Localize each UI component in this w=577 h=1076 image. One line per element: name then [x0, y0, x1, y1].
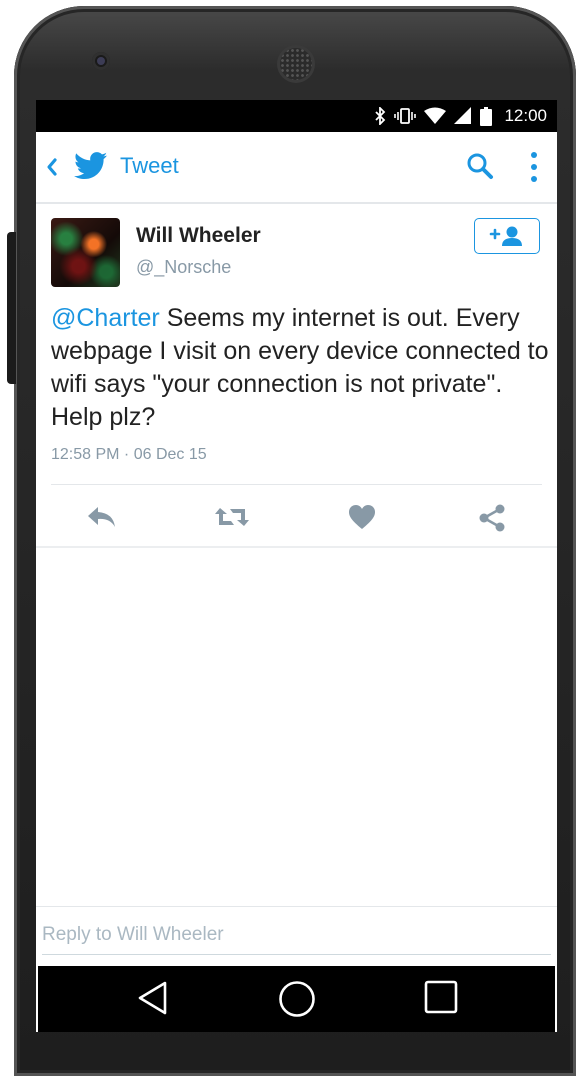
vibrate-icon [394, 108, 417, 124]
follow-button[interactable] [474, 218, 540, 254]
mention-link[interactable]: @Charter [51, 304, 160, 332]
wifi-icon [424, 107, 447, 124]
add-user-icon [489, 226, 522, 246]
app-bar: Tweet [36, 132, 557, 204]
page-title: Tweet [120, 153, 179, 178]
user-name[interactable]: Will Wheeler [136, 224, 261, 248]
divider [36, 546, 557, 548]
avatar[interactable] [51, 218, 120, 287]
divider [51, 484, 542, 485]
status-icons: 12:00 [374, 105, 547, 127]
reply-input[interactable] [42, 921, 552, 949]
reply-underline [42, 954, 551, 955]
action-bar [36, 498, 557, 538]
battery-icon [480, 106, 493, 126]
earpiece-speaker [280, 48, 312, 80]
status-time: 12:00 [504, 106, 547, 125]
overflow-menu-icon[interactable] [528, 150, 540, 184]
search-icon[interactable] [466, 152, 494, 180]
nav-recents-icon[interactable] [424, 980, 458, 1014]
tweet-timestamp: 12:58 PM · 06 Dec 15 [51, 446, 207, 463]
twitter-bird-icon[interactable] [74, 152, 108, 180]
reply-bar [36, 906, 557, 961]
status-bar: 12:00 [36, 100, 557, 132]
bluetooth-icon [375, 107, 386, 125]
nav-back-icon[interactable] [136, 980, 170, 1016]
reply-icon[interactable] [86, 504, 118, 530]
android-nav-bar [38, 966, 555, 1032]
front-camera [92, 52, 110, 70]
nav-home-icon[interactable] [278, 980, 316, 1018]
signal-icon [454, 107, 472, 124]
back-icon[interactable] [45, 157, 59, 177]
power-button [7, 232, 16, 384]
phone-screen: 12:00 Tweet Will Wheeler @_Norsche @Char… [36, 100, 557, 1032]
share-icon[interactable] [478, 504, 506, 532]
retweet-icon[interactable] [214, 504, 250, 530]
user-handle[interactable]: @_Norsche [136, 257, 231, 278]
tweet-text: @Charter Seems my internet is out. Every… [51, 302, 551, 434]
like-icon[interactable] [348, 504, 376, 530]
